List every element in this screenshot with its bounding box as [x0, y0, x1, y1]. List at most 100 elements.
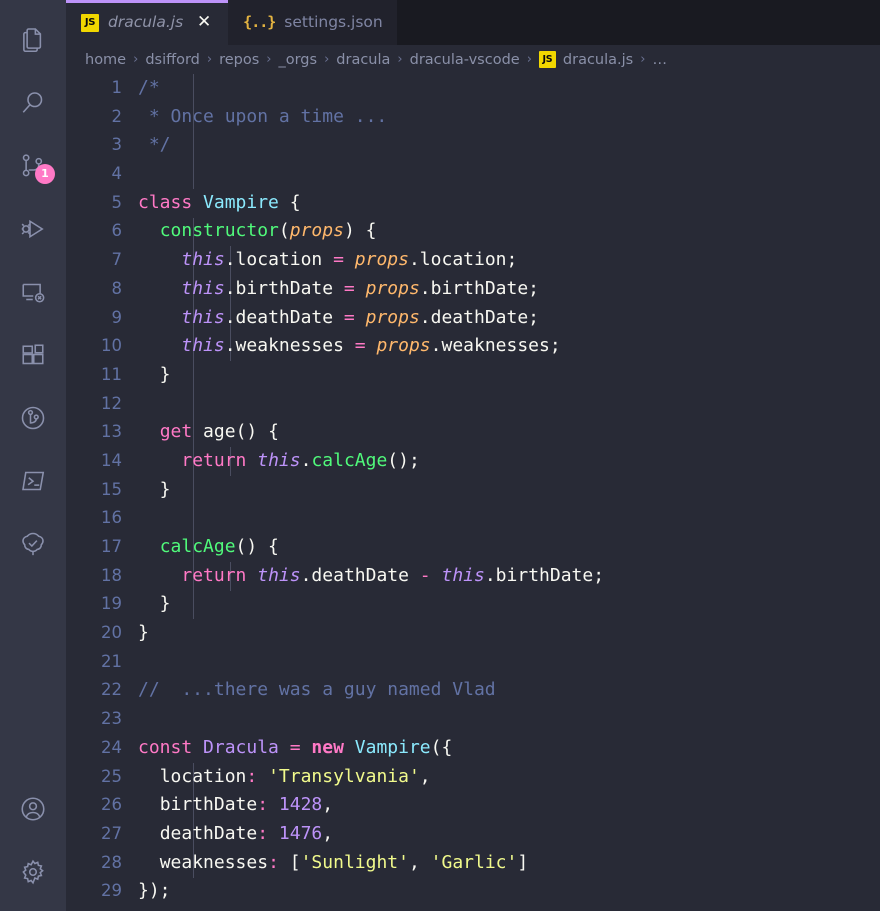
sidebar-item-testing[interactable]: [0, 512, 66, 575]
tab-settings-json[interactable]: {..} settings.json: [228, 0, 397, 45]
code-token: ) {: [344, 220, 377, 241]
code-line[interactable]: 3 */: [66, 131, 880, 160]
code-token: -: [409, 565, 442, 586]
code-token: (: [279, 220, 290, 241]
sidebar-item-accounts[interactable]: [0, 777, 66, 840]
code-line[interactable]: 16: [66, 504, 880, 533]
code-token: [: [279, 852, 301, 873]
line-content: location: 'Transylvania',: [138, 763, 880, 792]
code-line[interactable]: 27 deathDate: 1476,: [66, 820, 880, 849]
line-content: return this.calcAge();: [138, 447, 880, 476]
code-line[interactable]: 28 weaknesses: ['Sunlight', 'Garlic']: [66, 849, 880, 878]
code-line[interactable]: 15 }: [66, 476, 880, 505]
sidebar-item-settings[interactable]: [0, 840, 66, 903]
sidebar-item-extensions[interactable]: [0, 323, 66, 386]
sidebar-item-run-and-debug[interactable]: [0, 197, 66, 260]
code-token: [257, 766, 268, 787]
code-token: });: [138, 880, 171, 901]
code-line[interactable]: 26 birthDate: 1428,: [66, 791, 880, 820]
code-line[interactable]: 23: [66, 705, 880, 734]
code-line[interactable]: 8 this.birthDate = props.birthDate;: [66, 275, 880, 304]
code-line[interactable]: 17 calcAge() {: [66, 533, 880, 562]
sidebar-item-search[interactable]: [0, 71, 66, 134]
line-number: 8: [66, 275, 138, 304]
breadcrumb-item-dsifford[interactable]: dsifford: [145, 52, 200, 68]
code-token: [138, 421, 160, 442]
code-line[interactable]: 10 this.weaknesses = props.weaknesses;: [66, 332, 880, 361]
code-token: [138, 278, 181, 299]
breadcrumb-separator: ›: [527, 52, 532, 67]
code-token: deathDate: [160, 823, 258, 844]
code-line[interactable]: 18 return this.deathDate - this.birthDat…: [66, 562, 880, 591]
sidebar-item-remote-explorer[interactable]: [0, 260, 66, 323]
code-line[interactable]: 5class Vampire {: [66, 189, 880, 218]
breadcrumb-label: dsifford: [145, 52, 200, 68]
tab-label: settings.json: [284, 15, 382, 31]
breadcrumb-item-home[interactable]: home: [85, 52, 126, 68]
code-line[interactable]: 2 * Once upon a time ...: [66, 103, 880, 132]
code-token: [246, 450, 257, 471]
breadcrumb-item-dracula-vscode[interactable]: dracula-vscode: [410, 52, 520, 68]
sidebar-item-explorer[interactable]: [0, 8, 66, 71]
breadcrumb-item-repos[interactable]: repos: [219, 52, 259, 68]
sidebar-item-terminal[interactable]: [0, 449, 66, 512]
line-content: constructor(props) {: [138, 217, 880, 246]
sidebar-item-git-graph[interactable]: [0, 386, 66, 449]
code-line[interactable]: 4: [66, 160, 880, 189]
json-file-icon: {..}: [243, 15, 275, 30]
code-line[interactable]: 1/*: [66, 74, 880, 103]
code-token: calcAge: [160, 536, 236, 557]
code-token: .location;: [409, 249, 517, 270]
code-token: [138, 852, 160, 873]
code-editor[interactable]: 1/*2 * Once upon a time ...3 */45class V…: [66, 74, 880, 911]
code-token: [268, 794, 279, 815]
code-line[interactable]: 7 this.location = props.location;: [66, 246, 880, 275]
breadcrumb-item-dracula-js[interactable]: JSdracula.js: [539, 51, 633, 68]
line-number: 12: [66, 390, 138, 419]
code-line[interactable]: 24const Dracula = new Vampire({: [66, 734, 880, 763]
line-content: get age() {: [138, 418, 880, 447]
code-token: * Once upon a time ...: [138, 106, 387, 127]
code-line[interactable]: 13 get age() {: [66, 418, 880, 447]
code-line[interactable]: 29});: [66, 877, 880, 906]
line-content: return this.deathDate - this.birthDate;: [138, 562, 880, 591]
breadcrumb-item-[interactable]: …: [652, 52, 667, 68]
line-content: }: [138, 361, 880, 390]
line-number: 25: [66, 763, 138, 792]
line-content: const Dracula = new Vampire({: [138, 734, 880, 763]
sidebar-item-source-control[interactable]: 1: [0, 134, 66, 197]
tab-label: dracula.js: [108, 15, 183, 31]
line-content: });: [138, 877, 880, 906]
code-line[interactable]: 6 constructor(props) {: [66, 217, 880, 246]
code-line[interactable]: 21: [66, 648, 880, 677]
code-token: =: [322, 249, 355, 270]
breadcrumb-item-orgs[interactable]: _orgs: [278, 52, 317, 68]
code-token: }: [138, 479, 171, 500]
code-token: const: [138, 737, 192, 758]
code-token: props: [376, 335, 430, 356]
files-icon: [18, 25, 48, 55]
extensions-icon: [18, 340, 48, 370]
code-line[interactable]: 20}: [66, 619, 880, 648]
code-line[interactable]: 25 location: 'Transylvania',: [66, 763, 880, 792]
code-token: () {: [236, 421, 279, 442]
line-number: 26: [66, 791, 138, 820]
code-line[interactable]: 12: [66, 390, 880, 419]
code-token: 'Garlic': [431, 852, 518, 873]
search-icon: [18, 88, 48, 118]
code-token: .location: [225, 249, 323, 270]
code-line[interactable]: 22// ...there was a guy named Vlad: [66, 676, 880, 705]
code-line[interactable]: 19 }: [66, 590, 880, 619]
breadcrumb-label: dracula: [336, 52, 390, 68]
breadcrumb-item-dracula[interactable]: dracula: [336, 52, 390, 68]
line-number: 17: [66, 533, 138, 562]
code-line[interactable]: 9 this.deathDate = props.deathDate;: [66, 304, 880, 333]
editor-group: JS dracula.js ✕ {..} settings.json home ›…: [66, 0, 880, 911]
close-icon[interactable]: ✕: [194, 13, 214, 33]
tab-dracula-js[interactable]: JS dracula.js ✕: [66, 0, 228, 45]
code-line[interactable]: 11 }: [66, 361, 880, 390]
line-number: 23: [66, 705, 138, 734]
code-line[interactable]: 14 return this.calcAge();: [66, 447, 880, 476]
code-token: [138, 450, 181, 471]
line-number: 3: [66, 131, 138, 160]
